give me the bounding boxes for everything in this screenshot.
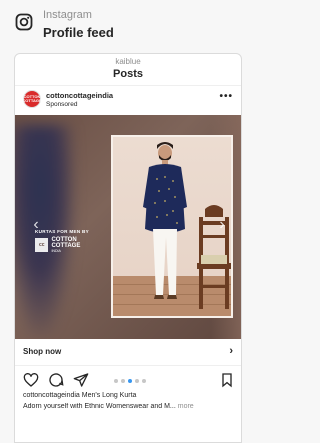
app-name: Instagram — [43, 9, 92, 21]
comment-icon[interactable] — [48, 372, 64, 388]
caption-body: Adorn yourself with Ethnic Womenswear an… — [23, 403, 176, 410]
brand-overlay: KURTAS FOR MEN BY cc COTTON COTTAGE INDI… — [35, 229, 105, 253]
sponsored-label: Sponsored — [46, 101, 78, 108]
post-header: COTTON COTTAGE cottoncottageindia Sponso… — [15, 86, 241, 114]
chevron-right-icon[interactable]: › — [215, 215, 229, 235]
post-image[interactable]: KURTAS FOR MEN BY cc COTTON COTTAGE INDI… — [15, 115, 241, 339]
posts-title: Posts — [113, 68, 143, 80]
brand-name: COTTON COTTAGE — [51, 237, 81, 249]
feed-card: kaiblue Posts COTTON COTTAGE cottoncotta… — [14, 53, 242, 443]
chevron-right-icon[interactable]: › — [229, 345, 233, 357]
caption-more-link[interactable]: more — [178, 403, 194, 410]
brand-mark-icon: cc — [35, 238, 49, 252]
share-icon[interactable] — [73, 372, 89, 388]
carousel-dot — [142, 379, 146, 383]
shop-now-row[interactable]: Shop now › — [15, 339, 241, 366]
post-account-name[interactable]: cottoncottageindia — [46, 91, 113, 100]
chevron-left-icon[interactable]: ‹ — [29, 215, 43, 235]
instagram-icon — [15, 13, 33, 31]
brand-logo: cc COTTON COTTAGE INDIA — [35, 237, 105, 253]
carousel-dot — [114, 379, 118, 383]
caption-title: cottoncottageindia Men's Long Kurta — [23, 392, 137, 399]
brand-sub: INDIA — [51, 249, 61, 253]
more-icon[interactable]: ••• — [219, 91, 233, 102]
caption-text: Adorn yourself with Ethnic Womenswear an… — [23, 403, 235, 410]
shop-now-button[interactable]: Shop now — [23, 347, 61, 356]
avatar[interactable]: COTTON COTTAGE — [22, 90, 42, 108]
model-figure — [143, 142, 231, 309]
app-header: Instagram Profile feed — [0, 0, 264, 46]
card-header: kaiblue Posts — [15, 54, 241, 86]
man — [143, 142, 187, 299]
heart-icon[interactable] — [23, 372, 39, 388]
carousel-indicator — [114, 379, 146, 383]
brand-tagline: KURTAS FOR MEN BY — [35, 229, 90, 234]
carousel-dot — [128, 379, 132, 383]
bookmark-icon[interactable] — [219, 372, 235, 388]
carousel-dot — [135, 379, 139, 383]
page-title: Profile feed — [43, 25, 114, 40]
carousel-dot — [121, 379, 125, 383]
profile-username: kaiblue — [115, 57, 141, 66]
post-actions — [15, 370, 241, 392]
